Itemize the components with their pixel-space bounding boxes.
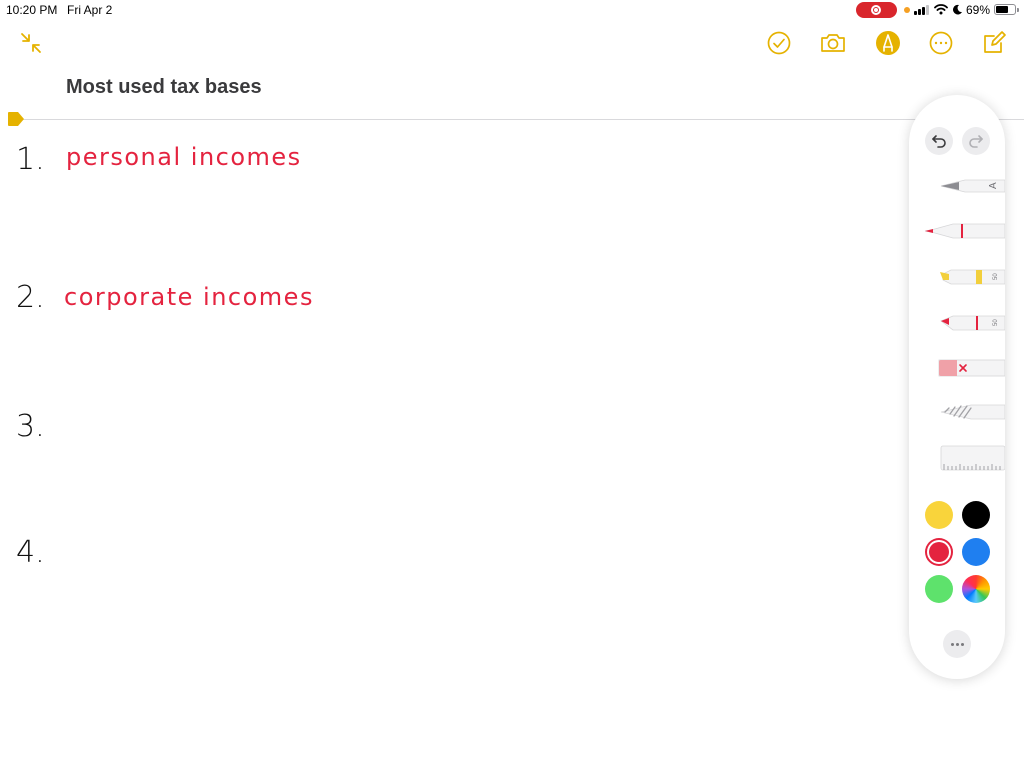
markup-pen-icon[interactable] bbox=[875, 30, 901, 56]
monoline-pen-tool[interactable]: A bbox=[921, 175, 1005, 197]
note-title[interactable]: Most used tax bases bbox=[66, 76, 262, 99]
screen-recording-icon[interactable] bbox=[856, 2, 897, 18]
undo-icon[interactable] bbox=[925, 127, 953, 155]
battery-fill bbox=[996, 6, 1009, 13]
lasso-tool[interactable] bbox=[921, 401, 1005, 423]
cellular-signal-icon bbox=[914, 5, 932, 15]
status-time: 10:20 PM bbox=[6, 3, 58, 17]
redo-icon[interactable] bbox=[962, 127, 990, 155]
item-text-1: personal incomes bbox=[66, 143, 302, 171]
pen-tool[interactable] bbox=[921, 220, 1005, 242]
checklist-icon[interactable] bbox=[766, 30, 792, 56]
color-swatch-red[interactable] bbox=[929, 542, 949, 562]
status-date: Fri Apr 2 bbox=[67, 3, 113, 17]
markup-tool-palette: A 50 50 bbox=[909, 95, 1005, 679]
wifi-icon bbox=[934, 4, 948, 15]
color-swatch-yellow[interactable] bbox=[925, 501, 953, 529]
color-swatch-black[interactable] bbox=[962, 501, 990, 529]
color-swatch-green[interactable] bbox=[925, 575, 953, 603]
item-number-2: 2. bbox=[16, 280, 45, 315]
new-note-icon[interactable] bbox=[981, 30, 1007, 56]
highlighter-tool[interactable]: 50 bbox=[921, 265, 1005, 287]
color-swatch-blue[interactable] bbox=[962, 538, 990, 566]
battery-cap bbox=[1017, 8, 1019, 12]
eraser-tool[interactable] bbox=[921, 357, 1005, 379]
item-number-4: 4. bbox=[16, 535, 45, 570]
collapse-arrows-icon[interactable] bbox=[18, 30, 44, 56]
highlighter-mark: 50 bbox=[993, 273, 999, 280]
do-not-disturb-icon bbox=[953, 4, 962, 15]
custom-color-picker-icon[interactable] bbox=[962, 575, 990, 603]
battery-icon bbox=[994, 4, 1016, 15]
ellipsis-icon[interactable] bbox=[943, 630, 971, 658]
status-bar: 10:20 PM Fri Apr 2 69% bbox=[0, 0, 1024, 20]
handwriting-canvas[interactable]: 1. personal incomes 2. corporate incomes… bbox=[0, 125, 910, 585]
drawing-area-handle-icon[interactable] bbox=[8, 112, 24, 126]
more-options-icon[interactable] bbox=[928, 30, 954, 56]
item-number-1: 1. bbox=[16, 142, 45, 177]
drawing-divider bbox=[12, 119, 1024, 120]
battery-percentage: 69% bbox=[966, 3, 991, 17]
monoline-mark: A bbox=[988, 182, 999, 189]
item-number-3: 3. bbox=[16, 409, 45, 444]
pencil-tool[interactable]: 50 bbox=[921, 310, 1005, 332]
item-text-2: corporate incomes bbox=[64, 283, 314, 311]
ruler-tool[interactable] bbox=[921, 444, 1005, 472]
pencil-mark: 50 bbox=[993, 319, 999, 326]
camera-icon[interactable] bbox=[820, 30, 846, 56]
mic-indicator-icon bbox=[904, 7, 910, 13]
